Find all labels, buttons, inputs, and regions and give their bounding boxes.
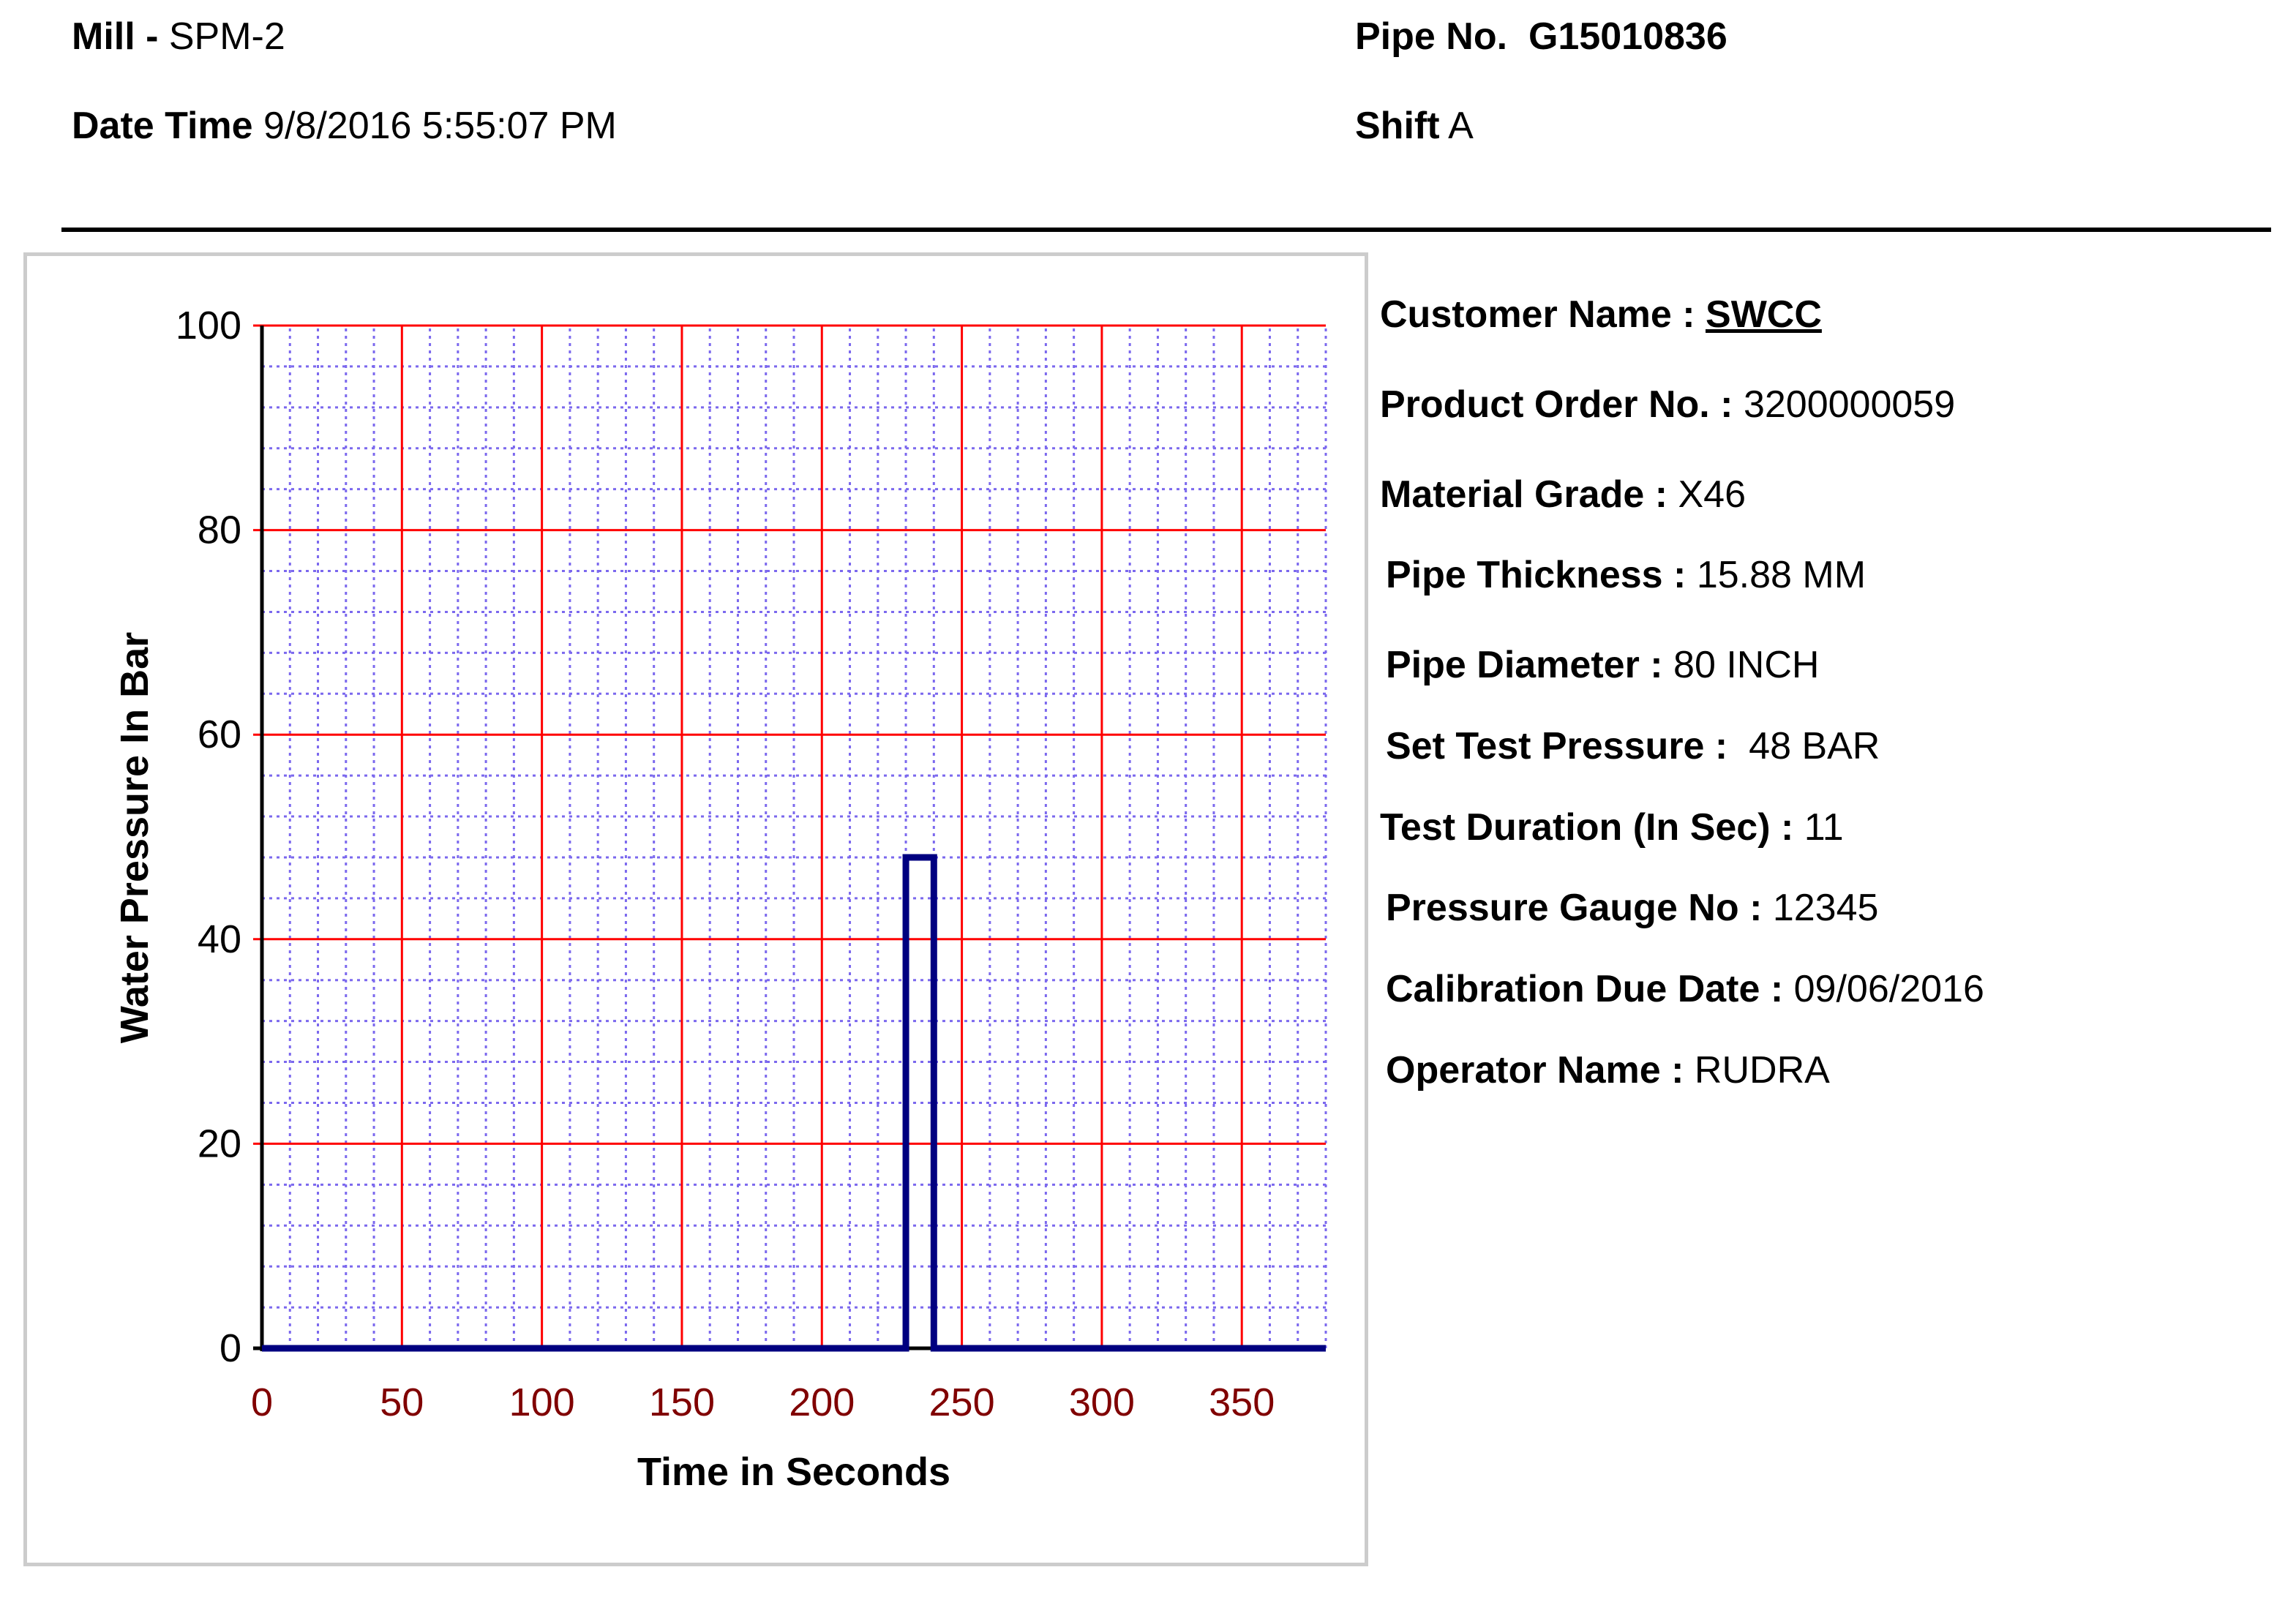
header-divider bbox=[61, 228, 2271, 232]
pressure-value: 48 BAR bbox=[1749, 725, 1880, 767]
order-value: 3200000059 bbox=[1743, 383, 1956, 426]
duration-field: Test Duration (In Sec) : 11 bbox=[1380, 805, 1844, 849]
pipe-field: Pipe No. G15010836 bbox=[1355, 15, 1727, 59]
operator-label: Operator Name : bbox=[1386, 1049, 1684, 1092]
x-tick-label: 200 bbox=[789, 1380, 855, 1424]
pressure-chart: 0 20 40 60 80 100 0 50 100 150 200 250 300 350 Water… bbox=[113, 304, 1327, 1494]
axes bbox=[253, 326, 1326, 1351]
y-tick-labels: 0 20 40 60 80 100 bbox=[176, 304, 241, 1370]
x-tick-labels: 0 50 100 150 200 250 300 350 bbox=[251, 1380, 1275, 1424]
shift-label: Shift bbox=[1355, 105, 1440, 147]
calibration-label: Calibration Due Date : bbox=[1386, 968, 1784, 1010]
y-tick-label: 20 bbox=[198, 1122, 241, 1165]
datetime-label: Date Time bbox=[72, 105, 253, 147]
gauge-label: Pressure Gauge No : bbox=[1386, 887, 1763, 929]
grade-label: Material Grade : bbox=[1380, 473, 1668, 516]
gauge-value: 12345 bbox=[1772, 887, 1879, 929]
datetime-field: Date Time 9/8/2016 5:55:07 PM bbox=[72, 104, 617, 148]
mill-field: Mill - SPM-2 bbox=[72, 15, 285, 59]
order-field: Product Order No. : 3200000059 bbox=[1380, 383, 1955, 427]
x-axis-label: Time in Seconds bbox=[637, 1450, 950, 1494]
grade-field: Material Grade : X46 bbox=[1380, 473, 1746, 516]
mill-label: Mill - bbox=[72, 15, 159, 58]
pressure-label: Set Test Pressure : bbox=[1386, 725, 1728, 767]
y-tick-label: 100 bbox=[176, 304, 241, 347]
duration-value: 11 bbox=[1804, 806, 1844, 849]
diameter-field: Pipe Diameter : 80 INCH bbox=[1386, 643, 1819, 687]
pipe-value: G15010836 bbox=[1528, 15, 1727, 58]
x-tick-label: 100 bbox=[509, 1380, 575, 1424]
pressure-field: Set Test Pressure : 48 BAR bbox=[1386, 724, 1880, 768]
thickness-label: Pipe Thickness : bbox=[1386, 554, 1687, 596]
datetime-value: 9/8/2016 5:55:07 PM bbox=[263, 105, 617, 147]
y-axis-label: Water Pressure In Bar bbox=[113, 632, 157, 1043]
thickness-field: Pipe Thickness : 15.88 MM bbox=[1386, 553, 1866, 597]
operator-field: Operator Name : RUDRA bbox=[1386, 1048, 1830, 1092]
shift-value: A bbox=[1448, 105, 1474, 147]
thickness-value: 15.88 MM bbox=[1696, 554, 1867, 596]
x-tick-label: 50 bbox=[380, 1380, 424, 1424]
duration-label: Test Duration (In Sec) : bbox=[1380, 806, 1794, 849]
gauge-field: Pressure Gauge No : 12345 bbox=[1386, 886, 1878, 930]
x-tick-label: 300 bbox=[1069, 1380, 1135, 1424]
x-tick-label: 0 bbox=[251, 1380, 273, 1424]
shift-field: Shift A bbox=[1355, 104, 1474, 148]
x-tick-label: 250 bbox=[929, 1380, 995, 1424]
major-grid bbox=[253, 324, 1326, 1348]
diameter-label: Pipe Diameter : bbox=[1386, 644, 1663, 686]
y-tick-label: 40 bbox=[198, 917, 241, 961]
customer-label: Customer Name : bbox=[1380, 293, 1695, 336]
y-tick-label: 0 bbox=[220, 1326, 241, 1370]
x-tick-label: 350 bbox=[1209, 1380, 1275, 1424]
customer-field: Customer Name : SWCC bbox=[1380, 293, 1822, 337]
customer-value: SWCC bbox=[1706, 293, 1822, 336]
grade-value: X46 bbox=[1678, 473, 1747, 516]
x-tick-label: 150 bbox=[649, 1380, 715, 1424]
calibration-value: 09/06/2016 bbox=[1793, 968, 1984, 1010]
mill-value: SPM-2 bbox=[168, 15, 285, 58]
diameter-value: 80 INCH bbox=[1673, 644, 1820, 686]
y-tick-label: 80 bbox=[198, 508, 241, 552]
calibration-field: Calibration Due Date : 09/06/2016 bbox=[1386, 967, 1984, 1011]
pipe-label: Pipe No. bbox=[1355, 15, 1508, 58]
operator-value: RUDRA bbox=[1694, 1049, 1830, 1092]
order-label: Product Order No. : bbox=[1380, 383, 1733, 426]
minor-grid bbox=[262, 326, 1327, 1348]
y-tick-label: 60 bbox=[198, 713, 241, 756]
